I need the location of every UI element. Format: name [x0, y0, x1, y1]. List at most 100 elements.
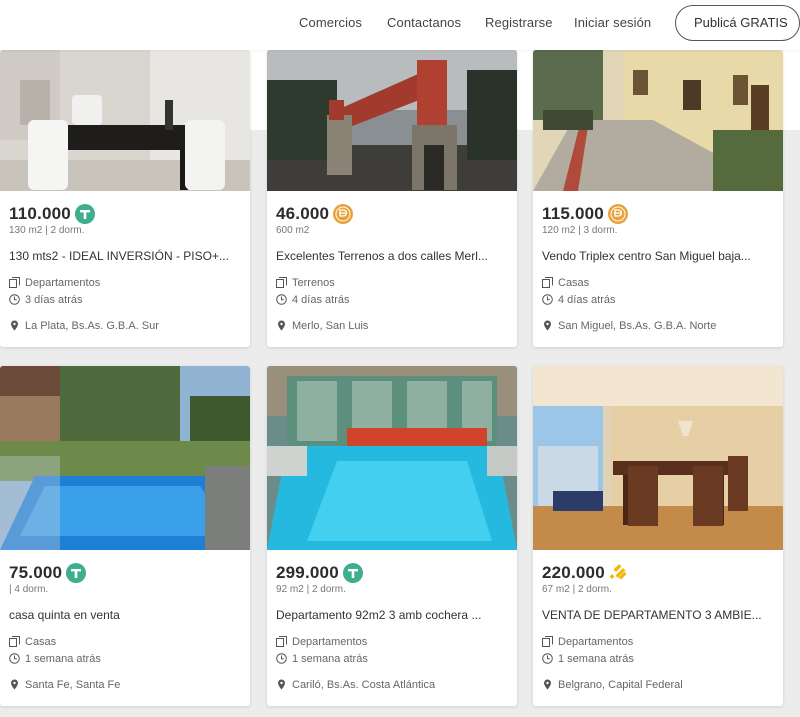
copy-icon — [276, 277, 287, 288]
listing-time: 3 días atrás — [9, 291, 241, 308]
listing-location: San Miguel, Bs.As. G.B.A. Norte — [542, 317, 774, 334]
clock-icon — [276, 294, 287, 305]
listing-category: Departamentos — [276, 633, 508, 650]
listing-category: Casas — [9, 633, 241, 650]
nav-link-contactanos[interactable]: Contactanos — [387, 15, 461, 30]
time-label: 3 días atrás — [25, 293, 83, 306]
listing-meta: | 4 dorm. — [9, 584, 49, 595]
clock-icon — [542, 294, 553, 305]
listing-category: Departamentos — [9, 274, 241, 291]
listing-card[interactable]: 110.000 130 m2 | 2 dorm. 130 mts2 - IDEA… — [0, 50, 250, 347]
time-label: 1 semana atrás — [292, 652, 368, 665]
listing-location: Belgrano, Capital Federal — [542, 676, 774, 693]
listing-price: 299.000 — [276, 563, 339, 582]
clock-icon — [276, 653, 287, 664]
listing-card[interactable]: 299.000 92 m2 | 2 dorm. Departamento 92m… — [267, 366, 517, 706]
listing-card[interactable]: 46.000 600 m2 Excelentes Terrenos a dos … — [267, 50, 517, 347]
listing-meta: 67 m2 | 2 dorm. — [542, 584, 612, 595]
listing-time: 4 días atrás — [276, 291, 508, 308]
entrance-arch-photo — [267, 50, 517, 191]
copy-icon — [276, 636, 287, 647]
listing-time: 4 días atrás — [542, 291, 774, 308]
nav-link-iniciar-sesion[interactable]: Iniciar sesión — [574, 15, 651, 30]
listing-meta: 92 m2 | 2 dorm. — [276, 584, 346, 595]
listing-price: 110.000 — [9, 204, 71, 223]
top-navbar: Comercios Contactanos Registrarse Inicia… — [0, 0, 800, 50]
pool-garden-photo — [0, 366, 250, 550]
listing-price: 75.000 — [9, 563, 63, 582]
nav-link-comercios[interactable]: Comercios — [299, 15, 362, 30]
copy-icon — [9, 636, 20, 647]
listing-card[interactable]: 115.000 120 m2 | 3 dorm. Vendo Triplex c… — [533, 50, 783, 347]
listing-price: 115.000 — [542, 204, 604, 223]
listing-photo[interactable] — [267, 50, 517, 191]
listing-location: Merlo, San Luis — [276, 317, 508, 334]
listing-card[interactable]: 75.000 | 4 dorm. casa quinta en venta Ca… — [0, 366, 250, 706]
listing-location: Cariló, Bs.As. Costa Atlántica — [276, 676, 508, 693]
listing-title[interactable]: casa quinta en venta — [9, 608, 241, 624]
location-pin-icon — [278, 320, 285, 331]
listing-title[interactable]: 130 mts2 - IDEAL INVERSIÓN - PISO+... — [9, 249, 241, 265]
category-label: Terrenos — [292, 276, 335, 289]
location-label: La Plata, Bs.As. G.B.A. Sur — [25, 319, 159, 332]
time-label: 1 semana atrás — [25, 652, 101, 665]
location-pin-icon — [278, 679, 285, 690]
listing-location: La Plata, Bs.As. G.B.A. Sur — [9, 317, 241, 334]
nav-link-registrarse[interactable]: Registrarse — [485, 15, 553, 30]
listing-title[interactable]: Vendo Triplex centro San Miguel baja... — [542, 249, 774, 265]
listing-meta: 120 m2 | 3 dorm. — [542, 225, 618, 236]
copy-icon — [9, 277, 20, 288]
listing-meta: 130 m2 | 2 dorm. — [9, 225, 85, 236]
listing-title[interactable]: Departamento 92m2 3 amb cochera ... — [276, 608, 508, 624]
listing-title[interactable]: VENTA DE DEPARTAMENTO 3 AMBIE... — [542, 608, 774, 624]
copy-icon — [542, 636, 553, 647]
listing-info: 299.000 92 m2 | 2 dorm. Departamento 92m… — [276, 562, 508, 693]
listing-category: Casas — [542, 274, 774, 291]
location-label: Merlo, San Luis — [292, 319, 369, 332]
listing-time: 1 semana atrás — [9, 650, 241, 667]
listing-photo[interactable] — [0, 50, 250, 191]
peso-coin-icon — [333, 204, 354, 224]
listing-photo[interactable] — [533, 50, 783, 191]
listing-title[interactable]: Excelentes Terrenos a dos calles Merl... — [276, 249, 508, 265]
clock-icon — [542, 653, 553, 664]
listing-time: 1 semana atrás — [542, 650, 774, 667]
location-label: San Miguel, Bs.As. G.B.A. Norte — [558, 319, 717, 332]
location-label: Belgrano, Capital Federal — [558, 678, 683, 691]
listing-price: 46.000 — [276, 204, 330, 223]
listing-photo[interactable] — [267, 366, 517, 550]
peso-coin-icon — [607, 204, 628, 224]
category-label: Departamentos — [25, 276, 101, 289]
listing-photo[interactable] — [533, 366, 783, 550]
listing-info: 46.000 600 m2 Excelentes Terrenos a dos … — [276, 203, 508, 334]
time-label: 4 días atrás — [292, 293, 350, 306]
listing-info: 115.000 120 m2 | 3 dorm. Vendo Triplex c… — [542, 203, 774, 334]
clock-icon — [9, 294, 20, 305]
publish-free-button[interactable]: Publicá GRATIS — [675, 5, 800, 41]
location-label: Cariló, Bs.As. Costa Atlántica — [292, 678, 436, 691]
location-label: Santa Fe, Santa Fe — [25, 678, 121, 691]
listing-price: 220.000 — [542, 563, 605, 582]
clock-icon — [9, 653, 20, 664]
listing-category: Departamentos — [542, 633, 774, 650]
time-label: 1 semana atrás — [558, 652, 634, 665]
listing-card[interactable]: 220.000 67 m2 | 2 dorm. VENTA DE DEPARTA… — [533, 366, 783, 706]
listing-meta: 600 m2 — [276, 225, 310, 236]
location-pin-icon — [544, 320, 551, 331]
listing-time: 1 semana atrás — [276, 650, 508, 667]
listing-info: 220.000 67 m2 | 2 dorm. VENTA DE DEPARTA… — [542, 562, 774, 693]
category-label: Casas — [25, 635, 57, 648]
category-label: Departamentos — [292, 635, 368, 648]
tether-icon — [66, 563, 87, 583]
listing-info: 75.000 | 4 dorm. casa quinta en venta Ca… — [9, 562, 241, 693]
tether-icon — [74, 204, 95, 224]
apartment-dining-photo — [533, 366, 783, 550]
time-label: 4 días atrás — [558, 293, 616, 306]
location-pin-icon — [544, 679, 551, 690]
listing-photo[interactable] — [0, 366, 250, 550]
binance-coin-icon — [609, 564, 627, 580]
townhouse-path-photo — [533, 50, 783, 191]
dining-room-photo — [0, 50, 250, 191]
indoor-pool-photo — [267, 366, 517, 550]
listing-info: 110.000 130 m2 | 2 dorm. 130 mts2 - IDEA… — [9, 203, 241, 334]
